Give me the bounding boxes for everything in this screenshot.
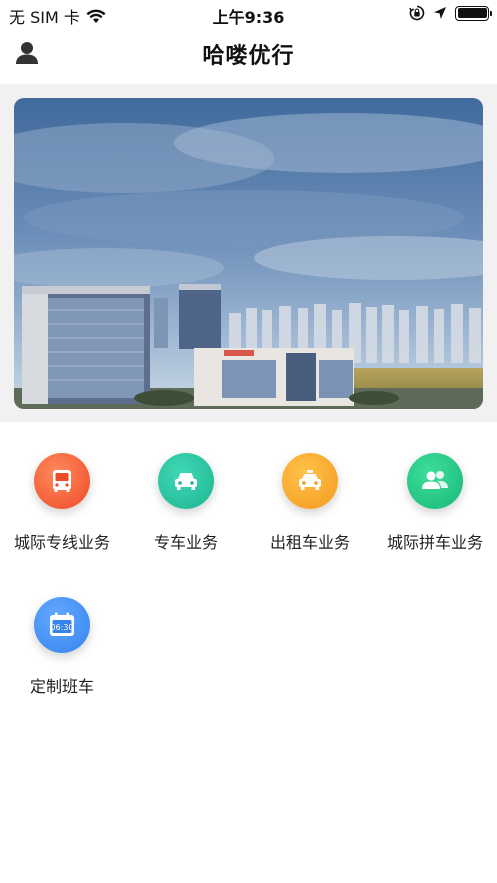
car-icon (158, 453, 214, 509)
banner-section (0, 84, 497, 422)
status-bar: 无 SIM 卡 上午9:36 (0, 0, 497, 28)
bus-icon (34, 453, 90, 509)
schedule-icon-time: 06:30 (50, 623, 73, 632)
service-custom-shuttle[interactable]: 06:30 定制班车 (0, 597, 124, 697)
battery-icon (455, 5, 492, 21)
carpool-icon (407, 453, 463, 509)
service-label: 出租车业务 (269, 533, 350, 552)
banner-image[interactable] (14, 98, 483, 409)
page-title: 哈喽优行 (202, 44, 295, 69)
nav-bar: 哈喽优行 (0, 28, 497, 84)
service-label: 定制班车 (29, 677, 94, 696)
service-label: 城际拼车业务 (386, 533, 483, 552)
service-taxi[interactable]: 出租车业务 (248, 453, 372, 553)
orientation-lock-icon (409, 5, 425, 21)
service-private-car[interactable]: 专车业务 (124, 453, 248, 553)
taxi-icon (282, 453, 338, 509)
service-intercity-carpool[interactable]: 城际拼车业务 (373, 453, 497, 553)
service-intercity-line[interactable]: 城际专线业务 (0, 453, 124, 553)
service-label: 城际专线业务 (13, 533, 110, 552)
location-arrow-icon (434, 7, 446, 19)
service-label: 专车业务 (153, 533, 218, 552)
schedule-icon: 06:30 (34, 597, 90, 653)
status-right (409, 5, 492, 21)
